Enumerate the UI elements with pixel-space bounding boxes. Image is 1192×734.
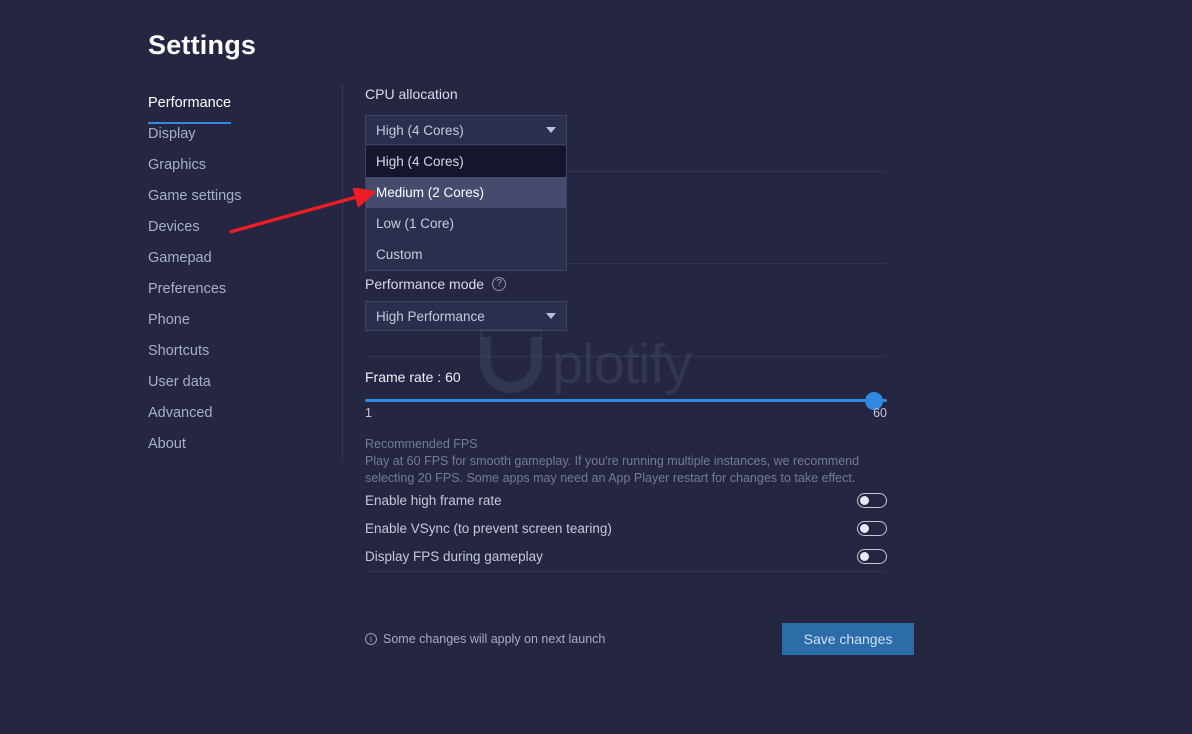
- sidebar-item-about[interactable]: About: [148, 429, 328, 460]
- cpu-allocation-label: CPU allocation: [365, 86, 458, 102]
- dropdown-option-low[interactable]: Low (1 Core): [366, 208, 566, 239]
- sidebar: Performance Display Graphics Game settin…: [148, 88, 328, 460]
- sidebar-item-label: Advanced: [148, 405, 213, 421]
- performance-mode-selected-value: High Performance: [376, 308, 485, 324]
- sidebar-item-label: Devices: [148, 219, 200, 235]
- toggle-knob: [860, 523, 869, 533]
- sidebar-item-label: Graphics: [148, 157, 207, 173]
- dropdown-option-medium[interactable]: Medium (2 Cores): [366, 177, 566, 208]
- toggle-row-vsync: Enable VSync (to prevent screen tearing): [365, 514, 887, 542]
- toggle-row-display-fps: Display FPS during gameplay: [365, 542, 887, 570]
- toggle-vsync[interactable]: [857, 520, 887, 536]
- sidebar-item-label: Phone: [148, 312, 190, 328]
- recommended-fps-body: Play at 60 FPS for smooth gameplay. If y…: [365, 454, 860, 485]
- sidebar-item-label: Shortcuts: [148, 343, 210, 359]
- frame-rate-slider[interactable]: [365, 391, 887, 413]
- toggle-high-frame-rate[interactable]: [857, 492, 887, 508]
- sidebar-item-gamepad[interactable]: Gamepad: [148, 243, 328, 274]
- sidebar-divider: [342, 84, 343, 462]
- section-divider-bottom: [365, 571, 887, 572]
- question-mark-icon[interactable]: ?: [492, 277, 507, 291]
- dropdown-option-high[interactable]: High (4 Cores): [366, 146, 566, 177]
- sidebar-item-label: Display: [148, 126, 196, 142]
- frame-rate-label: Frame rate : 60: [365, 369, 461, 385]
- sidebar-item-graphics[interactable]: Graphics: [148, 150, 328, 181]
- sidebar-item-phone[interactable]: Phone: [148, 305, 328, 336]
- sidebar-item-label: User data: [148, 374, 211, 390]
- watermark-text: plotify: [552, 332, 692, 395]
- u-logo-icon: [480, 337, 542, 393]
- performance-mode-label-row: Performance mode ?: [365, 276, 507, 292]
- toggle-knob: [860, 551, 869, 561]
- sidebar-item-label: Game settings: [148, 188, 242, 204]
- toggle-label: Display FPS during gameplay: [365, 548, 543, 564]
- plotify-watermark: plotify: [478, 329, 718, 397]
- page-title: Settings: [148, 30, 257, 60]
- chevron-down-icon: [546, 127, 556, 133]
- slider-min-label: 1: [365, 406, 372, 420]
- cpu-allocation-selected-value: High (4 Cores): [376, 122, 464, 138]
- cpu-allocation-select[interactable]: High (4 Cores): [365, 115, 567, 145]
- toggle-label: Enable VSync (to prevent screen tearing): [365, 520, 612, 536]
- footer-note-text: Some changes will apply on next launch: [383, 632, 606, 646]
- slider-track[interactable]: [365, 399, 887, 402]
- sidebar-item-shortcuts[interactable]: Shortcuts: [148, 336, 328, 367]
- chevron-down-icon: [546, 313, 556, 319]
- slider-max-label: 60: [873, 406, 887, 420]
- settings-window: plotify Settings Performance Display Gra…: [0, 0, 1192, 734]
- sidebar-item-performance[interactable]: Performance: [148, 88, 328, 124]
- toggle-row-high-frame-rate: Enable high frame rate: [365, 486, 887, 514]
- toggle-label: Enable high frame rate: [365, 492, 502, 508]
- sidebar-item-devices[interactable]: Devices: [148, 212, 328, 243]
- sidebar-item-user-data[interactable]: User data: [148, 367, 328, 398]
- sidebar-item-label: Gamepad: [148, 250, 212, 266]
- performance-mode-select[interactable]: High Performance: [365, 301, 567, 331]
- recommended-fps-title: Recommended FPS: [365, 437, 478, 451]
- save-changes-button[interactable]: Save changes: [782, 623, 914, 655]
- section-divider-framerate: [365, 356, 887, 357]
- sidebar-item-advanced[interactable]: Advanced: [148, 398, 328, 429]
- info-icon: i: [365, 633, 377, 645]
- sidebar-item-preferences[interactable]: Preferences: [148, 274, 328, 305]
- sidebar-item-game-settings[interactable]: Game settings: [148, 181, 328, 212]
- toggle-knob: [860, 495, 869, 505]
- dropdown-option-custom[interactable]: Custom: [366, 239, 566, 270]
- sidebar-item-display[interactable]: Display: [148, 119, 328, 150]
- cpu-allocation-dropdown-list[interactable]: High (4 Cores) Medium (2 Cores) Low (1 C…: [365, 146, 567, 271]
- toggle-display-fps[interactable]: [857, 548, 887, 564]
- sidebar-item-label: About: [148, 436, 186, 452]
- footer-note: i Some changes will apply on next launch: [365, 632, 605, 646]
- performance-mode-label: Performance mode: [365, 276, 485, 292]
- sidebar-item-label: Preferences: [148, 281, 227, 297]
